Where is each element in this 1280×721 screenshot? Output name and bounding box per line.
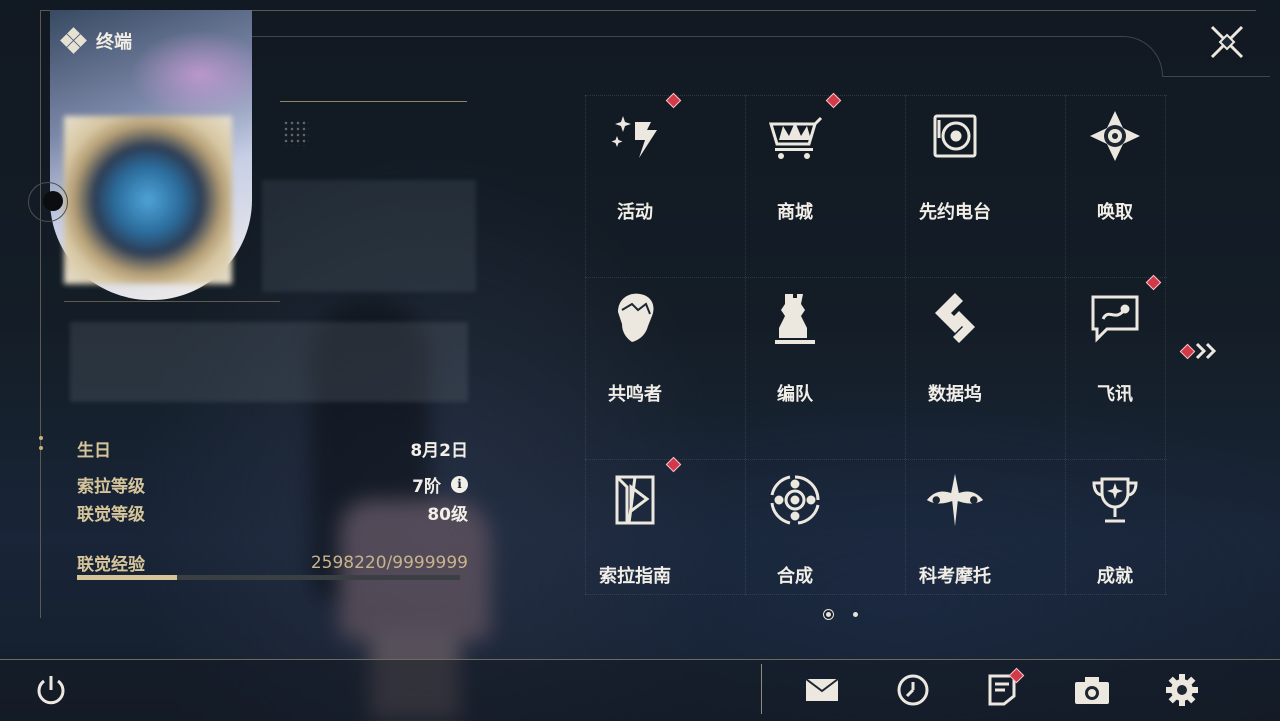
- mail-icon: [805, 678, 839, 701]
- frame-ornament: [36, 430, 46, 470]
- avatar[interactable]: [64, 116, 232, 284]
- menu-item-messages[interactable]: 飞讯: [1035, 274, 1195, 456]
- stat-label: 索拉等级: [77, 477, 145, 497]
- menu-item-label: 活动: [617, 202, 653, 223]
- camera-button[interactable]: [1072, 670, 1112, 710]
- stat-row-sol-rank: 索拉等级 7阶 i: [77, 472, 468, 497]
- crown-cart-icon: [765, 106, 825, 166]
- close-button[interactable]: [1208, 23, 1246, 61]
- next-page-button[interactable]: [1179, 340, 1220, 362]
- power-button[interactable]: [34, 673, 68, 707]
- frame-inner-curve: [252, 36, 1163, 77]
- data-dock-icon: [925, 288, 985, 348]
- turntable-icon: [925, 106, 985, 166]
- menu-item-label: 先约电台: [919, 202, 991, 223]
- stat-value: 8月2日: [410, 441, 468, 461]
- page-dot-2[interactable]: [853, 612, 858, 617]
- stat-label: 生日: [77, 441, 111, 461]
- notification-badge: [665, 92, 682, 109]
- message-bubble-icon: [1085, 288, 1145, 348]
- menu-item-resonators[interactable]: 共鸣者: [555, 274, 715, 456]
- divider: [280, 101, 467, 102]
- notice-button[interactable]: [982, 667, 1025, 710]
- mail-button[interactable]: [802, 670, 842, 710]
- notification-badge: [825, 92, 842, 109]
- character-head-icon: [605, 288, 665, 348]
- bottom-bar-separator: [761, 664, 762, 714]
- menu-item-shop[interactable]: 商城: [715, 92, 875, 274]
- avatar-ring-ornament: [28, 182, 68, 222]
- menu-item-label: 唤取: [1097, 202, 1133, 223]
- menu-item-label: 商城: [777, 202, 813, 223]
- menu-item-team[interactable]: 编队: [715, 274, 875, 456]
- menu-item-label: 数据坞: [928, 384, 982, 405]
- page-dot-1[interactable]: [826, 612, 831, 617]
- clock-icon: [897, 674, 929, 706]
- menu-item-label: 成就: [1097, 566, 1133, 587]
- motorcycle-icon: [925, 470, 985, 530]
- frame-line-left: [40, 10, 41, 618]
- settings-button[interactable]: [1162, 670, 1202, 710]
- player-name-redacted: [262, 180, 476, 292]
- notification-badge: [1179, 343, 1196, 360]
- notification-badge: [665, 456, 682, 473]
- compass-star-icon: [1085, 106, 1145, 166]
- exp-progress-bar: [77, 575, 460, 580]
- history-button[interactable]: [893, 670, 933, 710]
- dot-grid-ornament: [283, 120, 309, 146]
- menu-item-motorcycle[interactable]: 科考摩托: [875, 456, 1035, 638]
- menu-item-label: 编队: [777, 384, 813, 405]
- stat-row-birthday: 生日 8月2日: [77, 436, 468, 461]
- settings-icon: [1166, 674, 1198, 706]
- power-icon: [37, 676, 65, 705]
- stat-value: 2598220/9999999: [310, 552, 468, 573]
- menu-item-label: 共鸣者: [608, 384, 662, 405]
- divider: [64, 301, 280, 302]
- info-icon[interactable]: i: [451, 476, 468, 493]
- camera-icon: [1075, 677, 1109, 704]
- chess-pieces-icon: [765, 288, 825, 348]
- stat-row-union-level: 联觉等级 80级: [77, 500, 468, 525]
- menu-item-convene[interactable]: 唤取: [1035, 92, 1195, 274]
- notification-badge: [1145, 274, 1162, 291]
- page-title: 终端: [96, 32, 132, 53]
- menu-item-data-bank[interactable]: 数据坞: [875, 274, 1035, 456]
- guidebook-icon: [605, 470, 665, 530]
- sparkle-stars-icon: [605, 106, 665, 166]
- page-header: 终端: [60, 27, 132, 54]
- synthesis-orbit-icon: [765, 470, 825, 530]
- signature-redacted[interactable]: [70, 322, 468, 402]
- menu-item-achievements[interactable]: 成就: [1035, 456, 1195, 638]
- menu-item-label: 索拉指南: [599, 566, 671, 587]
- stat-row-union-exp: 联觉经验 2598220/9999999: [77, 550, 468, 576]
- stat-value: 7阶: [412, 477, 441, 497]
- stat-label: 联觉经验: [77, 555, 145, 575]
- pagination-dots: [826, 612, 858, 617]
- menu-item-label: 科考摩托: [919, 566, 991, 587]
- menu-item-label: 合成: [777, 566, 813, 587]
- close-icon: [1210, 25, 1244, 59]
- menu-item-radio[interactable]: 先约电台: [875, 92, 1035, 274]
- menu-item-activity[interactable]: 活动: [555, 92, 715, 274]
- menu-item-synthesis[interactable]: 合成: [715, 456, 875, 638]
- trophy-icon: [1085, 470, 1145, 530]
- double-chevron-right-icon: [1195, 342, 1217, 360]
- frame-inner-line: [1162, 76, 1270, 77]
- diamond-cluster-icon: [60, 27, 87, 54]
- stat-value: 80级: [427, 505, 468, 525]
- stat-label: 联觉等级: [77, 505, 145, 525]
- menu-item-guidebook[interactable]: 索拉指南: [555, 456, 715, 638]
- menu-item-label: 飞讯: [1097, 384, 1133, 405]
